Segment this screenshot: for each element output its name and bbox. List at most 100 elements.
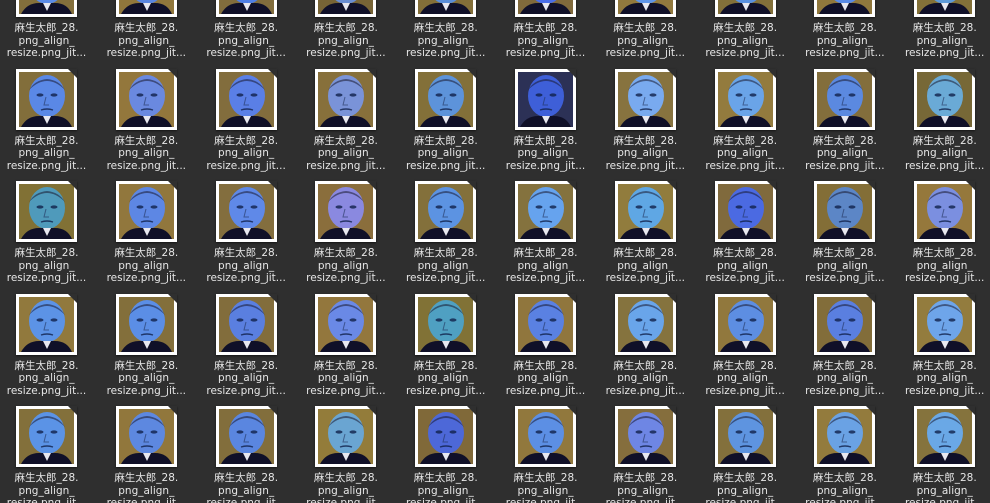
image-thumbnail[interactable] [215, 181, 277, 243]
image-thumbnail[interactable] [16, 0, 77, 17]
image-thumbnail[interactable] [714, 181, 776, 243]
file-icon[interactable]: 麻生太郎_28.png_align_resize.png_jit... [699, 293, 799, 407]
image-thumbnail[interactable] [614, 406, 676, 468]
file-icon[interactable]: 麻生太郎_28.png_align_resize.png_jit... [399, 406, 499, 503]
file-icon[interactable]: 麻生太郎_28.png_align_resize.png_jit... [399, 0, 499, 69]
image-thumbnail[interactable] [814, 293, 876, 355]
image-thumbnail[interactable] [814, 406, 876, 468]
file-icon[interactable]: 麻生太郎_28.png_align_resize.png_jit... [0, 406, 100, 503]
file-icon[interactable]: 麻生太郎_28.png_align_resize.png_jit... [599, 181, 699, 294]
image-thumbnail[interactable] [515, 406, 576, 468]
file-icon[interactable]: 麻生太郎_28.png_align_resize.png_jit... [898, 406, 990, 503]
file-icon[interactable]: 麻生太郎_28.png_align_resize.png_jit... [499, 0, 599, 69]
image-thumbnail[interactable] [415, 406, 477, 468]
image-thumbnail[interactable] [315, 293, 377, 355]
file-icon[interactable]: 麻生太郎_28.png_align_resize.png_jit... [699, 68, 799, 182]
image-thumbnail[interactable] [215, 406, 277, 468]
image-thumbnail[interactable] [515, 68, 576, 130]
image-thumbnail[interactable] [315, 406, 377, 468]
file-icon[interactable]: 麻生太郎_28.png_align_resize.png_jit... [200, 0, 300, 69]
image-thumbnail[interactable] [814, 0, 876, 17]
image-thumbnail[interactable] [914, 68, 976, 130]
image-thumbnail[interactable] [115, 293, 177, 355]
image-thumbnail[interactable] [614, 293, 676, 355]
image-thumbnail[interactable] [714, 68, 776, 130]
file-icon[interactable]: 麻生太郎_28.png_align_resize.png_jit... [399, 293, 499, 407]
image-thumbnail[interactable] [714, 293, 776, 355]
file-icon[interactable]: 麻生太郎_28.png_align_resize.png_jit... [499, 181, 599, 294]
file-icon[interactable]: 麻生太郎_28.png_align_resize.png_jit... [399, 68, 499, 182]
file-icon[interactable]: 麻生太郎_28.png_align_resize.png_jit... [898, 181, 990, 294]
image-thumbnail[interactable] [814, 181, 876, 243]
image-thumbnail[interactable] [315, 181, 377, 243]
image-thumbnail[interactable] [215, 293, 277, 355]
file-icon[interactable]: 麻生太郎_28.png_align_resize.png_jit... [100, 293, 200, 407]
file-icon[interactable]: 麻生太郎_28.png_align_resize.png_jit... [299, 0, 399, 69]
image-thumbnail[interactable] [115, 68, 177, 130]
image-thumbnail[interactable] [315, 68, 377, 130]
file-icon[interactable]: 麻生太郎_28.png_align_resize.png_jit... [699, 406, 799, 503]
image-thumbnail[interactable] [215, 0, 277, 17]
image-thumbnail[interactable] [115, 0, 177, 17]
image-thumbnail[interactable] [714, 0, 776, 17]
image-thumbnail[interactable] [515, 0, 576, 17]
file-icon[interactable]: 麻生太郎_28.png_align_resize.png_jit... [699, 0, 799, 69]
file-icon[interactable]: 麻生太郎_28.png_align_resize.png_jit... [100, 0, 200, 69]
image-thumbnail[interactable] [315, 0, 377, 17]
image-thumbnail[interactable] [914, 293, 976, 355]
image-thumbnail[interactable] [215, 68, 277, 130]
image-thumbnail[interactable] [614, 0, 676, 17]
file-icon[interactable]: 麻生太郎_28.png_align_resize.png_jit... [798, 0, 898, 69]
file-icon[interactable]: 麻生太郎_28.png_align_resize.png_jit... [499, 68, 599, 182]
file-icon[interactable]: 麻生太郎_28.png_align_resize.png_jit... [798, 406, 898, 503]
file-icon[interactable]: 麻生太郎_28.png_align_resize.png_jit... [599, 0, 699, 69]
file-icon[interactable]: 麻生太郎_28.png_align_resize.png_jit... [499, 293, 599, 407]
image-thumbnail[interactable] [415, 181, 477, 243]
image-thumbnail[interactable] [115, 181, 177, 243]
file-icon[interactable]: 麻生太郎_28.png_align_resize.png_jit... [699, 181, 799, 294]
image-thumbnail[interactable] [914, 181, 976, 243]
file-icon[interactable]: 麻生太郎_28.png_align_resize.png_jit... [100, 406, 200, 503]
image-thumbnail[interactable] [415, 68, 477, 130]
file-icon[interactable]: 麻生太郎_28.png_align_resize.png_jit... [898, 0, 990, 69]
image-thumbnail[interactable] [714, 406, 776, 468]
file-icon[interactable]: 麻生太郎_28.png_align_resize.png_jit... [499, 406, 599, 503]
image-thumbnail[interactable] [914, 406, 976, 468]
file-icon[interactable]: 麻生太郎_28.png_align_resize.png_jit... [0, 293, 100, 407]
image-thumbnail[interactable] [16, 406, 77, 468]
image-thumbnail[interactable] [16, 181, 77, 243]
image-thumbnail[interactable] [415, 293, 477, 355]
image-thumbnail[interactable] [614, 181, 676, 243]
file-icon[interactable]: 麻生太郎_28.png_align_resize.png_jit... [100, 68, 200, 182]
file-icon[interactable]: 麻生太郎_28.png_align_resize.png_jit... [299, 181, 399, 294]
image-thumbnail[interactable] [614, 68, 676, 130]
file-icon[interactable]: 麻生太郎_28.png_align_resize.png_jit... [200, 68, 300, 182]
file-icon[interactable]: 麻生太郎_28.png_align_resize.png_jit... [299, 68, 399, 182]
file-icon[interactable]: 麻生太郎_28.png_align_resize.png_jit... [399, 181, 499, 294]
image-thumbnail[interactable] [16, 68, 77, 130]
file-icon[interactable]: 麻生太郎_28.png_align_resize.png_jit... [299, 293, 399, 407]
file-icon[interactable]: 麻生太郎_28.png_align_resize.png_jit... [200, 181, 300, 294]
image-thumbnail[interactable] [115, 406, 177, 468]
file-icon[interactable]: 麻生太郎_28.png_align_resize.png_jit... [599, 68, 699, 182]
file-icon[interactable]: 麻生太郎_28.png_align_resize.png_jit... [798, 181, 898, 294]
file-icon[interactable]: 麻生太郎_28.png_align_resize.png_jit... [100, 181, 200, 294]
image-thumbnail[interactable] [515, 293, 576, 355]
file-icon[interactable]: 麻生太郎_28.png_align_resize.png_jit... [0, 0, 100, 69]
file-icon[interactable]: 麻生太郎_28.png_align_resize.png_jit... [898, 68, 990, 182]
image-thumbnail[interactable] [16, 293, 77, 355]
file-icon[interactable]: 麻生太郎_28.png_align_resize.png_jit... [200, 406, 300, 503]
file-icon[interactable]: 麻生太郎_28.png_align_resize.png_jit... [0, 68, 100, 182]
image-thumbnail[interactable] [914, 0, 976, 17]
image-thumbnail[interactable] [415, 0, 477, 17]
file-icon[interactable]: 麻生太郎_28.png_align_resize.png_jit... [599, 293, 699, 407]
file-icon[interactable]: 麻生太郎_28.png_align_resize.png_jit... [898, 293, 990, 407]
file-icon[interactable]: 麻生太郎_28.png_align_resize.png_jit... [299, 406, 399, 503]
file-icon[interactable]: 麻生太郎_28.png_align_resize.png_jit... [200, 293, 300, 407]
file-icon[interactable]: 麻生太郎_28.png_align_resize.png_jit... [798, 68, 898, 182]
file-icon[interactable]: 麻生太郎_28.png_align_resize.png_jit... [0, 181, 100, 294]
file-icon[interactable]: 麻生太郎_28.png_align_resize.png_jit... [599, 406, 699, 503]
image-thumbnail[interactable] [814, 68, 876, 130]
image-thumbnail[interactable] [515, 181, 576, 243]
file-icon[interactable]: 麻生太郎_28.png_align_resize.png_jit... [798, 293, 898, 407]
